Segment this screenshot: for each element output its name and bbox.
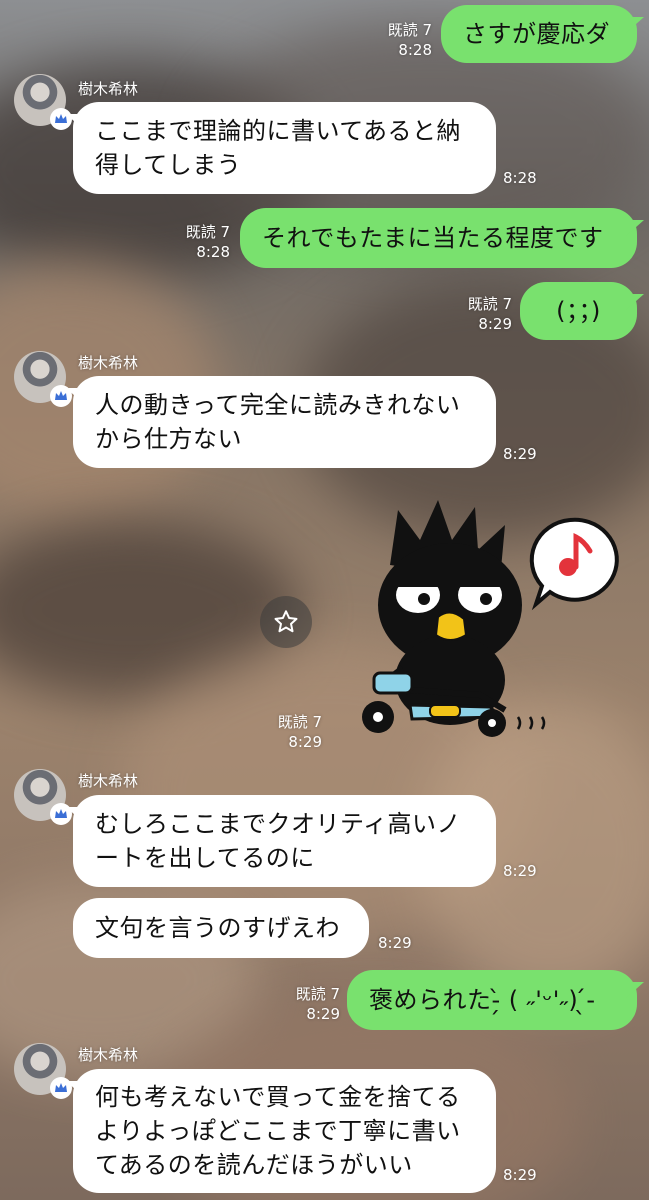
message-bubble-sent[interactable]: (；；) (520, 282, 637, 340)
sender-name: 樹木希林 (78, 80, 139, 98)
message-text: ここまで理論的に書いてあると納 得してしまう (95, 117, 462, 179)
avatar[interactable] (14, 351, 72, 407)
sender-name: 樹木希林 (78, 1046, 139, 1064)
message-text: それでもたまに当たる程度です (262, 224, 604, 252)
timestamp: 8:29 (503, 1166, 537, 1184)
read-receipt: 既読 7 8:28 (387, 21, 432, 59)
message-bubble-received[interactable]: ここまで理論的に書いてあると納 得してしまう (73, 102, 496, 194)
message-bubble-sent[interactable]: 褒められた-̗̀ ( ˶'ᵕ'˶) ̖́- (347, 970, 637, 1030)
timestamp: 8:29 (503, 862, 537, 880)
crown-icon (50, 803, 72, 825)
read-receipt: 既読 7 8:29 (467, 295, 512, 333)
penguin-on-tricycle-sticker[interactable] (340, 495, 620, 755)
message-text: 褒められた-̗̀ ( ˶'ᵕ'˶) ̖́- (369, 986, 596, 1014)
message-text: 文句を言うのすげえわ (95, 914, 340, 942)
message-text: 何も考えないで買って金を捨てる よりよっぽどここまで丁寧に書い てあるのを読んだ… (95, 1083, 461, 1179)
read-receipt: 既読 7 8:28 (185, 223, 230, 261)
read-receipt: 既読 7 8:29 (277, 713, 322, 751)
crown-icon (50, 108, 72, 130)
sender-name: 樹木希林 (78, 354, 139, 372)
sender-name: 樹木希林 (78, 772, 139, 790)
avatar[interactable] (14, 74, 72, 130)
avatar[interactable] (14, 1043, 72, 1099)
message-text: さすが慶応ダ (463, 20, 610, 48)
message-bubble-received[interactable]: 人の動きって完全に読みきれない から仕方ない (73, 376, 496, 468)
message-text: むしろここまでクオリティ高いノ ートを出してるのに (95, 810, 462, 872)
message-bubble-sent[interactable]: それでもたまに当たる程度です (240, 208, 637, 268)
crown-icon (50, 1077, 72, 1099)
message-bubble-sent[interactable]: さすが慶応ダ (441, 5, 637, 63)
timestamp: 8:28 (503, 169, 537, 187)
timestamp: 8:29 (378, 934, 412, 952)
favorite-sticker-button[interactable] (260, 596, 312, 648)
message-bubble-received[interactable]: 何も考えないで買って金を捨てる よりよっぽどここまで丁寧に書い てあるのを読んだ… (73, 1069, 496, 1193)
message-text: (；；) (556, 297, 601, 325)
avatar[interactable] (14, 769, 72, 825)
star-icon (274, 610, 298, 633)
read-receipt: 既読 7 8:29 (295, 985, 340, 1023)
message-bubble-received[interactable]: むしろここまでクオリティ高いノ ートを出してるのに (73, 795, 496, 887)
message-text: 人の動きって完全に読みきれない から仕方ない (95, 391, 461, 453)
message-bubble-received[interactable]: 文句を言うのすげえわ (73, 898, 369, 958)
timestamp: 8:29 (503, 445, 537, 463)
